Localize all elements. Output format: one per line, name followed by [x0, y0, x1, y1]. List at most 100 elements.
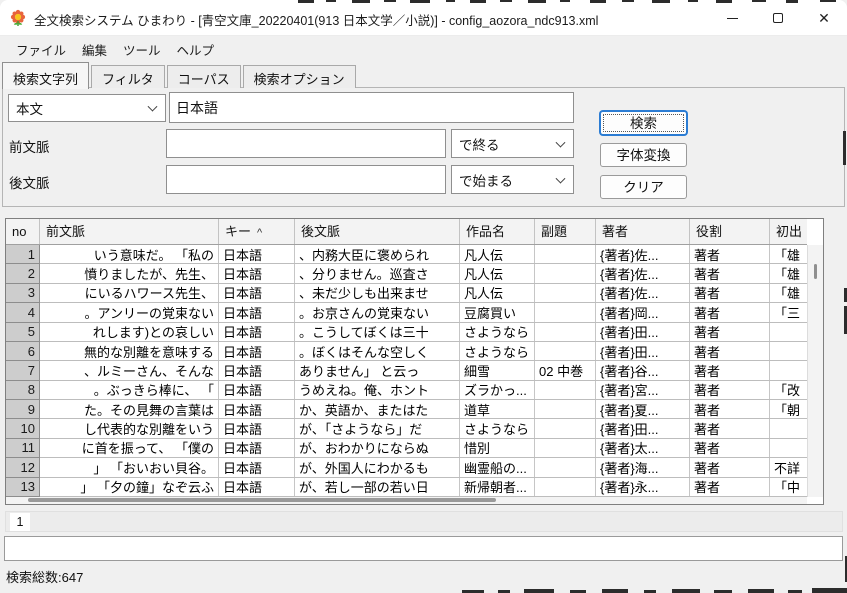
cell-work: 凡人伝: [460, 264, 535, 282]
cell-auth: {著者}田...: [596, 323, 690, 341]
cell-key: 日本語: [219, 245, 295, 263]
search-target-select[interactable]: 本文: [8, 94, 166, 122]
cell-sub: [535, 245, 596, 263]
cell-sub: [535, 400, 596, 418]
cell-first: [770, 419, 807, 437]
cell-role: 著者: [690, 419, 770, 437]
cell-key: 日本語: [219, 381, 295, 399]
header-first-pub[interactable]: 初出: [770, 219, 807, 244]
cell-pre: 、ルミーさん、そんな: [40, 361, 219, 379]
cell-no: 13: [6, 478, 40, 497]
menu-help[interactable]: ヘルプ: [169, 37, 223, 62]
table-row[interactable]: 11に首を振って、 「僕の日本語が、おわかりにならぬ惜別{著者}太...著者: [6, 439, 807, 458]
background-window-fragment: [602, 589, 628, 593]
header-key[interactable]: キー ^: [219, 219, 295, 244]
background-window-fragment: [748, 589, 774, 593]
results-table: no 前文脈 キー ^ 後文脈 作品名 副題 著者 役割 初出 1いう意味だ。 「…: [5, 218, 824, 505]
front-context-input[interactable]: [166, 129, 446, 158]
table-row[interactable]: 6無的な別離を意味する日本語。ぼくはそんな空しくさようなら{著者}田...著者: [6, 342, 807, 361]
cell-first: 不詳: [770, 458, 807, 476]
header-no[interactable]: no: [6, 219, 40, 244]
table-row[interactable]: 12」 「おいおい貝谷。日本語が、外国人にわかるも幽霊船の...{著者}海...…: [6, 458, 807, 477]
clear-button-label: クリア: [623, 180, 664, 195]
cell-role: 著者: [690, 361, 770, 379]
cell-role: 著者: [690, 478, 770, 496]
sunflower-app-icon: [9, 9, 27, 27]
chevron-down-icon: [148, 102, 158, 112]
header-subtitle[interactable]: 副題: [535, 219, 596, 244]
background-window-fragment: [560, 0, 570, 2]
menu-tools[interactable]: ツール: [115, 37, 169, 62]
vertical-scrollbar[interactable]: [807, 245, 823, 497]
cell-post: うめえね。俺、ホント: [295, 381, 460, 399]
table-row[interactable]: 8。ぶっきら棒に、 「日本語うめえね。俺、ホントズラかっ...{著者}宮...著…: [6, 381, 807, 400]
glyph-convert-button[interactable]: 字体変換: [600, 143, 687, 167]
menu-edit[interactable]: 編集: [74, 37, 115, 62]
horizontal-scrollbar-thumb[interactable]: [28, 498, 496, 502]
cell-post: か、英語か、またはた: [295, 400, 460, 418]
header-work-title[interactable]: 作品名: [460, 219, 535, 244]
cell-work: 豆腐買い: [460, 303, 535, 321]
search-button[interactable]: 検索: [600, 111, 687, 135]
header-pre-context[interactable]: 前文脈: [40, 219, 219, 244]
cell-auth: {著者}永...: [596, 478, 690, 496]
cell-pre: 。ぶっきら棒に、 「: [40, 381, 219, 399]
tab-corpus[interactable]: コーパス: [167, 65, 241, 88]
back-context-mode-select[interactable]: で始まる: [451, 165, 574, 194]
sort-asc-icon: ^: [257, 227, 262, 239]
cell-first: [770, 439, 807, 457]
cell-work: さようなら: [460, 323, 535, 341]
header-key-label: キー: [225, 224, 251, 239]
tab-search-options[interactable]: 検索オプション: [243, 65, 356, 88]
cell-sub: [535, 303, 596, 321]
cell-auth: {著者}佐...: [596, 264, 690, 282]
cell-sub: [535, 439, 596, 457]
search-target-value: 本文: [16, 98, 43, 118]
clear-button[interactable]: クリア: [600, 175, 687, 199]
front-context-mode-select[interactable]: で終る: [451, 129, 574, 158]
background-window-fragment: [812, 588, 847, 593]
table-row[interactable]: 4。アンリーの覚束ない日本語。お京さんの覚束ない豆腐買い{著者}岡...著者「三: [6, 303, 807, 322]
cell-post: が、おわかりにならぬ: [295, 439, 460, 457]
background-window-fragment: [446, 0, 455, 2]
table-row[interactable]: 9た。その見舞の言葉は日本語か、英語か、またはた道草{著者}夏...著者「朝: [6, 400, 807, 419]
vertical-scrollbar-thumb[interactable]: [814, 264, 817, 279]
maximize-icon[interactable]: [755, 0, 801, 36]
table-row[interactable]: 3にいるハワース先生、日本語、未だ少しも出来ませ凡人伝{著者}佐...著者「雄: [6, 284, 807, 303]
header-post-context[interactable]: 後文脈: [295, 219, 460, 244]
background-window-fragment: [652, 0, 670, 3]
cell-first: 「改: [770, 381, 807, 399]
menu-file[interactable]: ファイル: [8, 37, 74, 62]
table-row[interactable]: 5れします)との哀しい日本語。こうしてぼくは三十さようなら{著者}田...著者: [6, 323, 807, 342]
table-header: no 前文脈 キー ^ 後文脈 作品名 副題 著者 役割 初出: [6, 219, 807, 245]
horizontal-scrollbar[interactable]: [6, 497, 807, 504]
cell-post: 、内務大臣に褒められ: [295, 245, 460, 263]
table-row[interactable]: 13」 「夕の鐘」なぞ云ふ日本語が、若し一部の若い日新帰朝者...{著者}永..…: [6, 478, 807, 497]
cell-role: 著者: [690, 323, 770, 341]
table-body: 1いう意味だ。 「私の日本語、内務大臣に褒められ凡人伝{著者}佐...著者「雄2…: [6, 245, 807, 497]
background-window-fragment: [410, 0, 430, 3]
cell-first: 「朝: [770, 400, 807, 418]
background-window-fragment: [786, 0, 798, 3]
tab-filter[interactable]: フィルタ: [91, 65, 165, 88]
background-window-fragment: [528, 0, 546, 3]
minimize-icon[interactable]: [709, 0, 755, 36]
query-input[interactable]: [169, 92, 574, 123]
cell-work: 凡人伝: [460, 245, 535, 263]
cell-work: 凡人伝: [460, 284, 535, 302]
bottom-text-input[interactable]: [4, 536, 843, 561]
cell-post: 。ぼくはそんな空しく: [295, 342, 460, 360]
table-row[interactable]: 1いう意味だ。 「私の日本語、内務大臣に褒められ凡人伝{著者}佐...著者「雄: [6, 245, 807, 264]
cell-pre: し代表的な別離をいう: [40, 419, 219, 437]
back-context-mode-value: で始まる: [459, 170, 513, 190]
back-context-input[interactable]: [166, 165, 446, 194]
cell-post: 、未だ少しも出来ませ: [295, 284, 460, 302]
close-icon[interactable]: ✕: [801, 0, 847, 36]
cell-work: さようなら: [460, 342, 535, 360]
table-row[interactable]: 10し代表的な別離をいう日本語が、「さようなら」ださようなら{著者}田...著者: [6, 419, 807, 438]
tab-search-string[interactable]: 検索文字列: [2, 62, 89, 89]
table-row[interactable]: 7、ルミーさん、そんな日本語ありません」 と云っ細雪02 中巻{著者}谷...著…: [6, 361, 807, 380]
header-role[interactable]: 役割: [690, 219, 770, 244]
table-row[interactable]: 2憤りましたが、先生、日本語、分りません。巡査さ凡人伝{著者}佐...著者「雄: [6, 264, 807, 283]
header-author[interactable]: 著者: [596, 219, 690, 244]
